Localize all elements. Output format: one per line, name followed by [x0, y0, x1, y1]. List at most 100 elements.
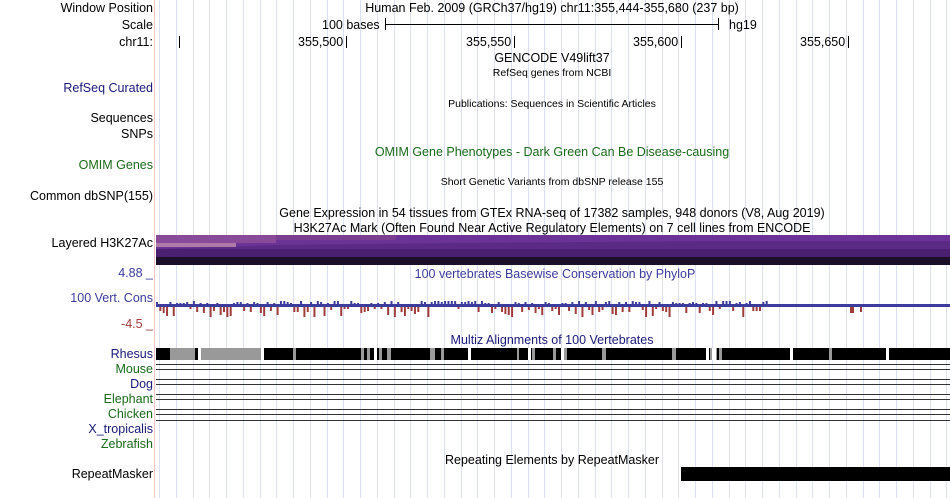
species-rhesus[interactable]: Rhesus: [111, 347, 153, 362]
phylop-bar: [517, 303, 520, 304]
phylop-bar: [370, 303, 373, 304]
species-mouse[interactable]: Mouse: [115, 362, 153, 377]
phylop-bar: [631, 301, 634, 304]
phylop-bar: [651, 307, 654, 316]
repeatmasker-track-label[interactable]: RepeatMasker: [72, 467, 153, 482]
phylop-bar: [169, 302, 172, 304]
phylop-bar: [491, 307, 493, 313]
phylop-bar: [725, 301, 728, 304]
phylop-bar: [430, 302, 433, 304]
phylop-bar: [635, 302, 638, 304]
phylop-bar: [162, 307, 165, 313]
window-position-label: Window Position: [60, 1, 153, 15]
phylop-bar: [219, 307, 222, 315]
species-x-tropicalis[interactable]: X_tropicalis: [88, 422, 153, 437]
phylop-bar: [223, 307, 225, 312]
phylop-bar: [581, 307, 584, 317]
phylop-bar: [413, 307, 416, 314]
phylop-bar: [645, 307, 648, 317]
phylop-bar: [698, 307, 701, 313]
phylop-bar: [675, 303, 678, 304]
phylop-bar: [346, 307, 349, 309]
phylop-bar: [601, 307, 604, 310]
phylop-bar: [712, 307, 715, 315]
phylop-bar: [460, 302, 463, 304]
publications-track-title: Publications: Sequences in Scientific Ar…: [448, 98, 656, 110]
phylop-bar: [336, 301, 339, 304]
rhesus-gap: [706, 348, 709, 360]
phylop-bar: [283, 301, 286, 304]
rhesus-gap: [430, 348, 435, 360]
rhesus-gap: [441, 348, 444, 360]
phylop-bar: [410, 307, 413, 311]
phylop-bar: [269, 307, 272, 311]
phylop-bar: [192, 301, 195, 304]
label-column-divider: [154, 0, 155, 498]
phylop-bar: [279, 301, 282, 304]
phylop-bar: [440, 302, 443, 304]
phylop-bar: [521, 307, 524, 312]
ruler-tick: [346, 36, 347, 48]
repeatmasker-element[interactable]: [681, 467, 950, 481]
phylop-bar: [598, 307, 601, 312]
phylop-bar: [594, 301, 597, 304]
phylop-conservation-plot[interactable]: [156, 298, 950, 322]
snps-track-label[interactable]: SNPs: [121, 127, 153, 142]
phylop-bar: [621, 307, 624, 312]
phylop-bar: [625, 302, 627, 304]
phylop-bar: [383, 302, 386, 304]
repeatmasker-track-title: Repeating Elements by RepeatMasker: [444, 453, 660, 467]
phylop-bar: [350, 301, 353, 304]
phylop-bar: [715, 301, 718, 304]
phylop-bar: [568, 307, 571, 311]
species-elephant[interactable]: Elephant: [104, 392, 153, 407]
phylop-bar: [202, 307, 205, 313]
phylop-bar: [665, 307, 668, 312]
phylop-bar: [494, 307, 497, 309]
dbsnp-track-label[interactable]: Common dbSNP(155): [30, 189, 153, 204]
phylop-bar: [424, 302, 426, 304]
phylop-bar: [584, 302, 587, 304]
phylop-bar: [648, 301, 651, 304]
phylop-bar: [604, 302, 607, 304]
phylop-bar: [511, 307, 514, 317]
phylop-bar: [708, 307, 711, 311]
phylop-bar: [323, 307, 326, 316]
refseq-track-label[interactable]: RefSeq Curated: [63, 81, 153, 96]
phylop-bar: [343, 307, 346, 309]
rhesus-gap: [387, 348, 391, 360]
ruler-tick: [514, 36, 515, 48]
phylop-bar: [166, 307, 169, 316]
species-zebrafish[interactable]: Zebrafish: [101, 437, 153, 452]
ruler-tick-label: 355,600: [633, 35, 679, 49]
phylop-bar: [487, 303, 490, 304]
phylop-bar: [229, 307, 232, 316]
refseq-track-title: RefSeq genes from NCBI: [492, 67, 612, 79]
phylop-bar: [668, 307, 671, 317]
rhesus-gap: [517, 348, 519, 360]
phylop-bar: [561, 303, 564, 304]
phylop-bar: [357, 303, 359, 304]
phylop-bar: [256, 303, 259, 304]
phylop-bar: [695, 303, 698, 304]
phylop-bar: [480, 301, 483, 304]
species-chicken[interactable]: Chicken: [108, 407, 153, 422]
phylop-bar: [320, 302, 323, 304]
phylop-bar: [387, 307, 390, 315]
species-dog[interactable]: Dog: [130, 377, 153, 392]
phylop-bar: [752, 307, 755, 311]
h3k27ac-signal[interactable]: [156, 235, 950, 265]
phylop-bar: [266, 302, 269, 304]
phylop-bar: [179, 303, 182, 304]
phylop-bar: [564, 303, 567, 304]
rhesus-gap: [712, 348, 716, 360]
sequences-track-label[interactable]: Sequences: [90, 111, 153, 126]
phylop-track-label[interactable]: 100 Vert. Cons: [70, 291, 153, 306]
h3k27ac-track-label[interactable]: Layered H3K27Ac: [52, 236, 153, 251]
phylop-bar: [360, 307, 363, 313]
rhesus-gap: [361, 348, 364, 360]
omim-track-label[interactable]: OMIM Genes: [79, 158, 153, 173]
phylop-bar: [722, 301, 725, 304]
species-alignment-line: [156, 369, 950, 370]
multiz-alignment-blocks[interactable]: [156, 346, 950, 446]
